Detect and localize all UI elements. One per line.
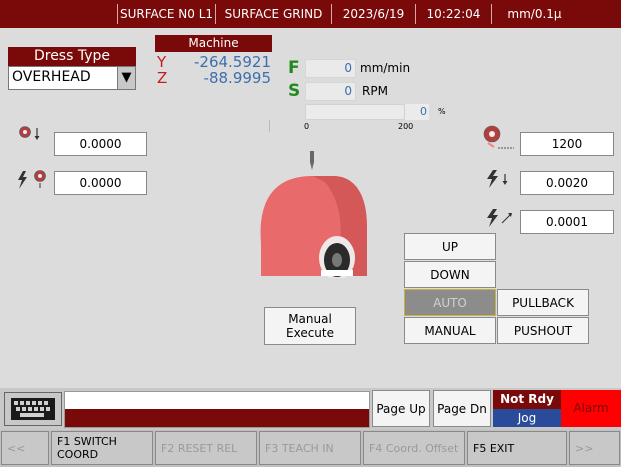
next-page-key[interactable]: >> [569,431,620,465]
spark-feed-value[interactable]: 0.0020 [520,171,614,195]
f1-switch-coord-key[interactable]: F1 SWITCH COORD [51,431,153,465]
wheel-speed-icon [480,123,516,151]
load-scale-min: 0 [304,122,310,131]
manual-button[interactable]: MANUAL [404,317,496,344]
machine-title: Machine [155,35,272,52]
up-button[interactable]: UP [404,233,496,260]
dress-type-title: Dress Type [8,47,136,66]
f1-line1: F1 SWITCH [57,435,117,448]
spark-feed-text: 0.0020 [546,176,588,190]
dress-type-value: OVERHEAD [12,69,91,85]
load-progress-bar [305,104,405,120]
wheel-down-text: 0.0000 [79,137,122,151]
f2-reset-rel-key[interactable]: F2 RESET REL [155,431,257,465]
message-bar-highlight [65,409,369,427]
wheel-speed-value[interactable]: 1200 [520,132,614,156]
spark-wheel-text: 0.0000 [79,176,122,190]
keyboard-button[interactable] [4,392,62,426]
speed-label: S [288,81,301,101]
scale-marker [269,120,270,132]
load-percent-unit: % [438,107,446,116]
grind-mode: SURFACE GRIND [215,4,331,24]
spark-fine-text: 0.0001 [546,215,588,229]
jog-mode-status: Jog [493,409,561,427]
spark-fine-value[interactable]: 0.0001 [520,210,614,234]
unit-display: mm/0.1μ [491,4,577,24]
spark-feed-icon [484,168,512,190]
f3-teach-in-key[interactable]: F3 TEACH IN [259,431,361,465]
feed-value: 0 [305,59,356,78]
pushout-button[interactable]: PUSHOUT [497,317,589,344]
pullback-button[interactable]: PULLBACK [497,289,589,316]
grinding-wheel-graphic [255,148,370,280]
wheel-down-icon [16,125,44,145]
wheel-speed-text: 1200 [551,137,583,151]
chevron-down-icon[interactable]: ▼ [117,67,135,89]
speed-value: 0 [305,82,356,101]
program-name: SURFACE N0 L1 [117,4,215,24]
load-scale-max: 200 [398,122,414,131]
down-button[interactable]: DOWN [404,261,496,288]
f1-line2: COORD [57,448,99,461]
speed-unit: RPM [362,84,388,98]
f5-exit-key[interactable]: F5 EXIT [467,431,567,465]
page-down-button[interactable]: Page Dn [433,390,491,427]
feed-label: F [288,58,300,78]
spark-wheel-icon [14,168,48,192]
spark-fine-icon [484,207,514,229]
wheel-down-value[interactable]: 0.0000 [54,132,147,156]
ready-status: Not Rdy [493,390,561,409]
manual-execute-button[interactable]: Manual Execute [264,307,356,345]
z-axis-value: -88.9995 [203,69,271,87]
load-percent-value: 0 [405,104,429,120]
time-display: 10:22:04 [415,4,491,24]
page-up-button[interactable]: Page Up [372,390,430,427]
date-display: 2023/6/19 [331,4,415,24]
spark-wheel-value[interactable]: 0.0000 [54,171,147,195]
feed-unit: mm/min [360,61,411,75]
auto-button[interactable]: AUTO [404,289,496,316]
keyboard-icon [11,398,55,420]
prev-page-key[interactable]: << [1,431,49,465]
alarm-indicator[interactable]: Alarm [561,390,621,427]
f4-coord-offset-key[interactable]: F4 Coord. Offset [363,431,465,465]
